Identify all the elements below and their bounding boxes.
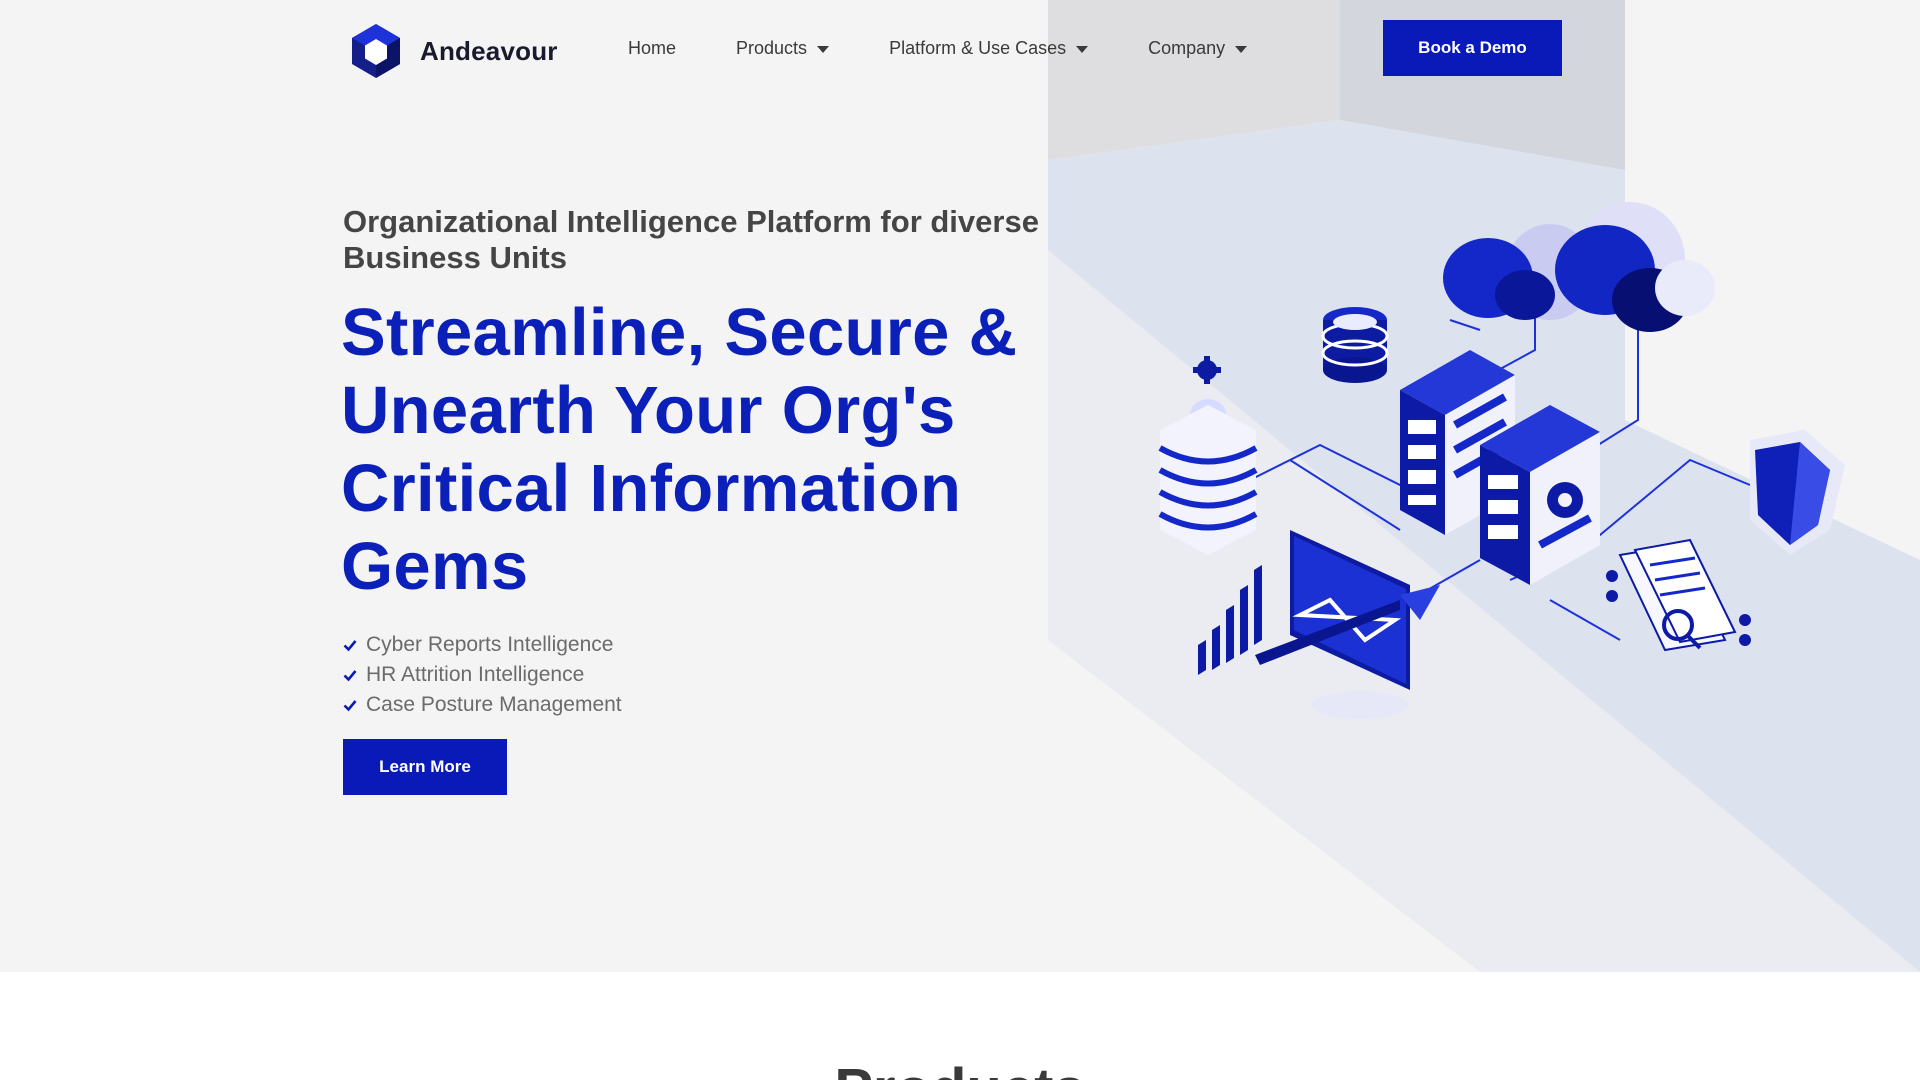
- nav-item-home[interactable]: Home: [628, 38, 676, 59]
- feature-item: HR Attrition Intelligence: [343, 660, 622, 690]
- learn-more-button[interactable]: Learn More: [343, 739, 507, 795]
- database-icon: [1321, 307, 1389, 383]
- caret-down-icon: [817, 46, 830, 53]
- nav-item-company[interactable]: Company: [1148, 38, 1248, 59]
- hero-headline: Streamline, Secure & Unearth Your Org's …: [341, 295, 1018, 604]
- feature-label: Cyber Reports Intelligence: [366, 633, 614, 656]
- feature-item: Case Posture Management: [343, 690, 622, 720]
- nav-item-products[interactable]: Products: [736, 38, 830, 59]
- main-menu: Home Products Platform & Use Cases Compa…: [628, 38, 1307, 59]
- gear-icon: [1193, 356, 1221, 384]
- check-icon: [343, 640, 357, 652]
- products-section-title: Products: [0, 1056, 1920, 1080]
- shield-icon: [1750, 430, 1845, 555]
- feature-label: Case Posture Management: [366, 693, 622, 716]
- feature-label: HR Attrition Intelligence: [366, 663, 585, 686]
- feature-item: Cyber Reports Intelligence: [343, 630, 622, 660]
- top-navigation: Andeavour Home Products Platform & Use C…: [0, 0, 1920, 100]
- caret-down-icon: [1076, 46, 1089, 53]
- hero-illustration: [1158, 202, 1845, 719]
- feature-list: Cyber Reports Intelligence HR Attrition …: [343, 630, 622, 720]
- book-demo-button[interactable]: Book a Demo: [1383, 20, 1562, 76]
- stacked-disks-icon: [1158, 399, 1258, 555]
- nav-item-label: Platform & Use Cases: [889, 38, 1067, 58]
- hexagon-logo-icon: [352, 24, 400, 78]
- brand-name: Andeavour: [420, 35, 558, 66]
- nav-item-label: Home: [628, 38, 677, 58]
- bar-chart-icon: [1198, 565, 1262, 675]
- nav-item-label: Products: [736, 38, 808, 58]
- documents-icon: [1606, 538, 1751, 652]
- nav-item-platform-use-cases[interactable]: Platform & Use Cases: [889, 38, 1089, 59]
- nav-item-label: Company: [1148, 38, 1226, 58]
- check-icon: [343, 700, 357, 712]
- hero-section: Andeavour Home Products Platform & Use C…: [0, 0, 1920, 972]
- monitor-chart-icon: [1255, 530, 1440, 719]
- check-icon: [343, 670, 357, 682]
- cloud-icon: [1443, 202, 1715, 332]
- hero-subtitle: Organizational Intelligence Platform for…: [343, 204, 1039, 275]
- brand-logo[interactable]: Andeavour: [346, 22, 558, 80]
- caret-down-icon: [1235, 46, 1248, 53]
